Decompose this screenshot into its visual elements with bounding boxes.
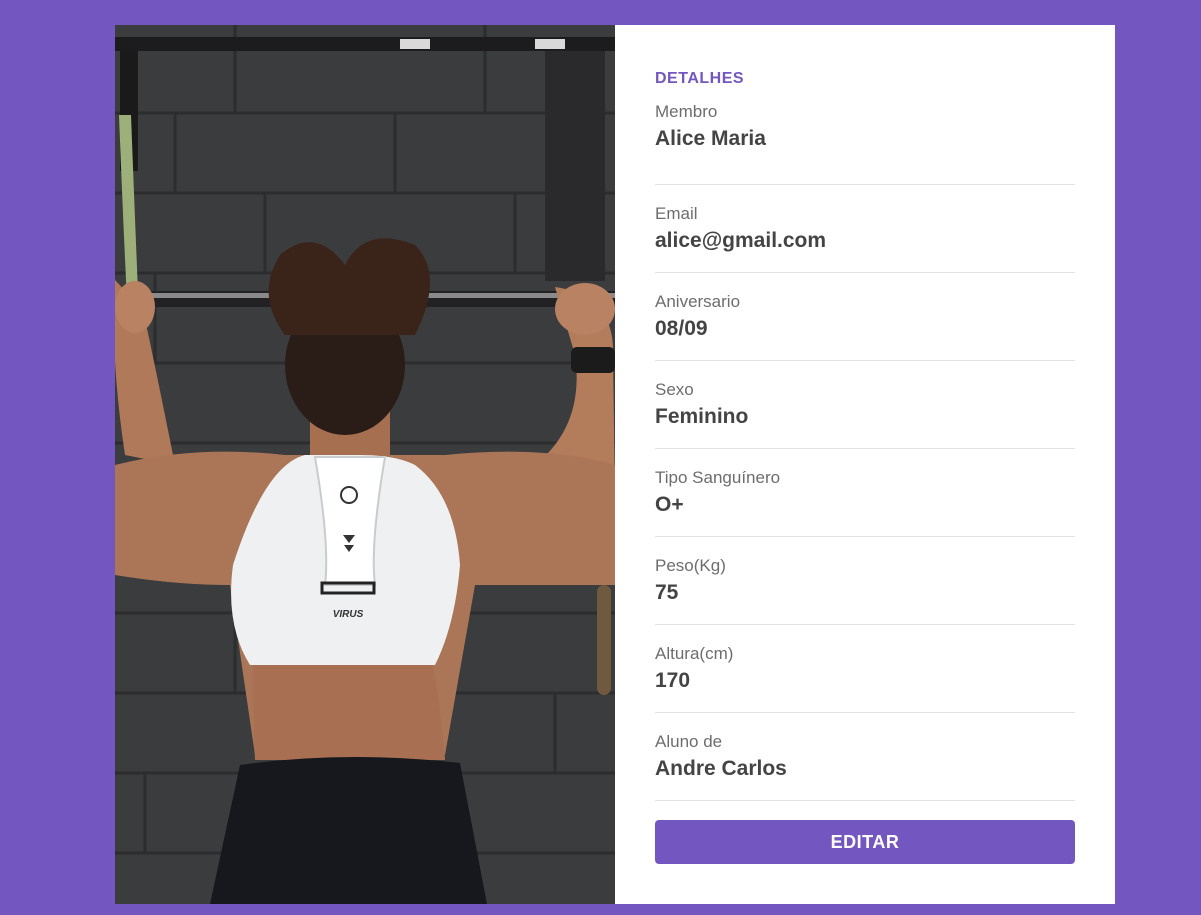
field-value: Andre Carlos [655,757,787,780]
field-label: Membro [655,102,718,121]
field-email: Email alice@gmail.com [655,185,1075,273]
edit-button[interactable]: EDITAR [655,820,1075,864]
field-value: 08/09 [655,317,708,340]
member-photo: VIRUS [115,25,615,904]
field-label: Peso(Kg) [655,556,726,575]
member-card: VIRUS DETALHES Membro Alice Maria Email … [115,25,1115,904]
field-height: Altura(cm) 170 [655,625,1075,713]
field-sex: Sexo Feminino [655,361,1075,449]
field-member: Membro Alice Maria [655,97,1075,185]
field-label: Email [655,204,698,223]
field-value: O+ [655,493,684,516]
field-label: Tipo Sanguínero [655,468,781,487]
field-trainer: Aluno de Andre Carlos [655,713,1075,801]
field-label: Altura(cm) [655,644,734,663]
details-panel: DETALHES Membro Alice Maria Email alice@… [615,25,1115,904]
field-weight: Peso(Kg) 75 [655,537,1075,625]
field-label: Sexo [655,380,694,399]
field-value: Feminino [655,405,749,428]
field-value: 75 [655,581,679,604]
field-blood-type: Tipo Sanguínero O+ [655,449,1075,537]
field-value: 170 [655,669,691,692]
details-title: DETALHES [655,70,745,87]
field-label: Aluno de [655,732,723,751]
field-label: Aniversario [655,292,741,311]
field-value: Alice Maria [655,127,766,150]
field-value: alice@gmail.com [655,229,827,252]
shirt-logo-text: VIRUS [333,609,364,620]
field-birthday: Aniversario 08/09 [655,273,1075,361]
